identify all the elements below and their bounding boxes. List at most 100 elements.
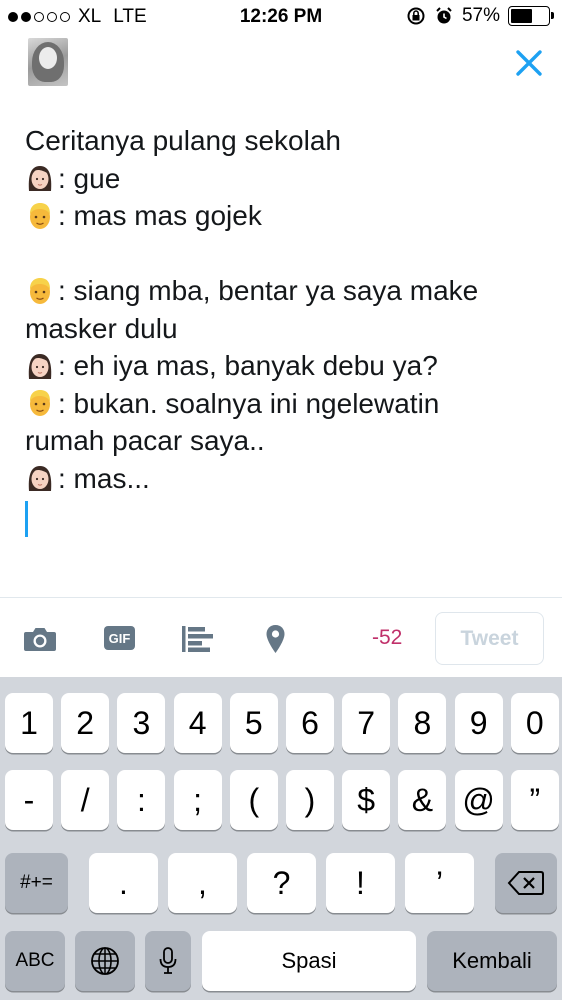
key-symbol-9[interactable]: ” <box>510 770 559 830</box>
character-counter: -52 <box>372 626 403 649</box>
space-key[interactable]: Spasi <box>202 931 416 991</box>
key-punct-0[interactable]: . <box>89 853 158 913</box>
key-symbol-2[interactable]: : <box>117 770 166 830</box>
key-2[interactable]: 3 <box>117 693 166 753</box>
tweet-line-text: rumah pacar saya.. <box>25 425 265 456</box>
tweet-line: rumah pacar saya.. <box>25 422 545 460</box>
key-punct-2[interactable]: ? <box>247 853 316 913</box>
key-symbol-8[interactable]: @ <box>454 770 503 830</box>
key-5-label: 6 <box>301 704 319 741</box>
key-symbol-3[interactable]: ; <box>173 770 222 830</box>
key-2-label: 3 <box>132 704 151 741</box>
tweet-line <box>25 235 545 273</box>
key-6-label: 7 <box>357 704 376 741</box>
key-punct-3[interactable]: ! <box>326 853 395 913</box>
key-punct-1[interactable]: , <box>168 853 237 913</box>
key-7[interactable]: 8 <box>398 693 447 753</box>
key-9-label: 0 <box>525 704 544 741</box>
poll-icon[interactable] <box>182 626 214 652</box>
key-symbol-0-label: - <box>23 781 35 818</box>
woman-emoji <box>28 353 52 379</box>
key-punct-1-label: , <box>198 864 207 901</box>
globe-icon <box>91 947 119 975</box>
abc-key-label: ABC <box>15 950 55 971</box>
key-symbol-7-label: & <box>411 781 434 818</box>
tweet-line-text: : siang mba, bentar ya saya make <box>58 275 479 306</box>
key-symbol-1-label: / <box>80 781 90 818</box>
backspace-key[interactable] <box>495 853 557 913</box>
key-6[interactable]: 7 <box>342 693 391 753</box>
key-symbol-8-label: @ <box>462 781 495 818</box>
location-pin-icon[interactable] <box>265 624 286 654</box>
key-4-label: 5 <box>244 704 263 741</box>
man-blond-emoji <box>30 202 50 229</box>
compose-tweet-screen: XL LTE 12:26 PM 57% Ceritanya pulang sek… <box>0 0 562 1000</box>
tweet-line-text: : mas mas gojek <box>58 200 262 231</box>
tweet-line-text: : eh iya mas, banyak debu ya? <box>58 350 438 381</box>
tweet-line: : siang mba, bentar ya saya make <box>25 272 545 310</box>
key-1[interactable]: 2 <box>61 693 110 753</box>
man-blond-emoji <box>30 277 50 304</box>
tweet-line-text: masker dulu <box>25 312 178 344</box>
gif-button[interactable]: GIF <box>104 626 135 650</box>
tweet-line-text: : bukan. soalnya ini ngelewatin <box>58 387 440 419</box>
key-punct-4[interactable]: ’ <box>405 853 474 913</box>
rotation-lock-icon <box>407 7 425 25</box>
tweet-line: : mas mas gojek <box>25 197 545 235</box>
tweet-line: Ceritanya pulang sekolah <box>25 122 545 160</box>
key-0-label: 1 <box>20 704 38 741</box>
tweet-line: masker dulu <box>25 310 545 348</box>
text-cursor <box>25 501 28 537</box>
tweet-button[interactable]: Tweet <box>435 612 544 665</box>
tweet-line-text: : gue <box>58 162 121 194</box>
compose-toolbar: GIF -52 Tweet <box>0 597 562 677</box>
key-8-label: 9 <box>469 704 488 741</box>
woman-emoji <box>28 166 52 192</box>
key-symbol-1[interactable]: / <box>61 770 110 830</box>
key-5[interactable]: 6 <box>286 693 334 753</box>
battery-percent: 57% <box>461 5 500 26</box>
close-icon[interactable] <box>514 48 544 78</box>
globe-key[interactable] <box>75 931 135 991</box>
more-symbols-key-label: #+= <box>20 872 53 893</box>
key-symbol-9-label: ” <box>529 781 541 818</box>
abc-key[interactable]: ABC <box>5 931 65 991</box>
microphone-key[interactable] <box>145 931 191 991</box>
key-8[interactable]: 9 <box>454 693 503 753</box>
key-1-label: 2 <box>76 704 95 741</box>
tweet-line: : mas... <box>25 460 545 498</box>
key-4[interactable]: 5 <box>229 693 278 753</box>
battery-icon <box>508 6 554 26</box>
microphone-icon <box>159 947 177 974</box>
key-punct-3-label: ! <box>356 864 365 901</box>
camera-icon[interactable] <box>23 625 57 653</box>
man-blond-emoji <box>30 390 50 417</box>
tweet-text-area[interactable]: Ceritanya pulang sekolah : gue : mas mas g… <box>25 122 545 537</box>
key-punct-2-label: ? <box>272 864 291 901</box>
status-bar: XL LTE 12:26 PM 57% <box>0 0 562 34</box>
return-key[interactable]: Kembali <box>427 931 557 991</box>
tweet-line: : eh iya mas, banyak debu ya? <box>25 347 545 385</box>
key-9[interactable]: 0 <box>510 693 559 753</box>
key-symbol-5-label: ) <box>304 781 316 818</box>
space-key-label: Spasi <box>281 948 337 973</box>
return-key-label: Kembali <box>452 948 532 973</box>
tweet-line-text: : mas... <box>58 462 150 494</box>
key-symbol-6-label: $ <box>357 781 376 818</box>
alarm-icon <box>436 7 452 24</box>
key-punct-4-label: ’ <box>435 864 444 901</box>
woman-emoji <box>28 466 52 492</box>
key-3-label: 4 <box>188 704 207 741</box>
key-symbol-0[interactable]: - <box>5 770 53 830</box>
tweet-line: : bukan. soalnya ini ngelewatin <box>25 385 545 423</box>
key-0[interactable]: 1 <box>5 693 53 753</box>
key-symbol-7[interactable]: & <box>398 770 447 830</box>
key-3[interactable]: 4 <box>173 693 222 753</box>
key-symbol-4-label: ( <box>248 781 260 818</box>
key-symbol-6[interactable]: $ <box>342 770 391 830</box>
key-symbol-3-label: ; <box>193 781 203 818</box>
tweet-line-text: Ceritanya pulang sekolah <box>25 125 341 156</box>
key-symbol-4[interactable]: ( <box>229 770 278 830</box>
more-symbols-key[interactable]: #+= <box>5 853 68 913</box>
key-symbol-5[interactable]: ) <box>286 770 334 830</box>
